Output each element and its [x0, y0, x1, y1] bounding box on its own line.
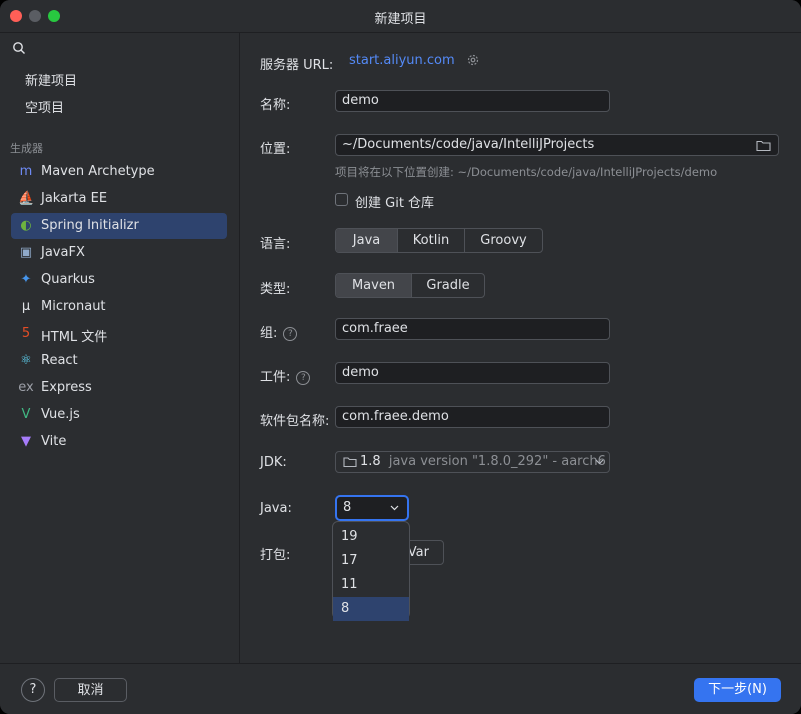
java-version-value: 8 — [343, 500, 352, 515]
language-label: 语言: — [260, 237, 291, 252]
location-value: ~/Documents/code/java/IntelliJProjects — [342, 137, 595, 152]
location-hint: 项目将在以下位置创建: ~/Documents/code/java/Intell… — [335, 165, 718, 179]
generator-label: Maven Archetype — [41, 164, 155, 179]
generator-label: JavaFX — [41, 245, 85, 260]
sidebar-item-generator[interactable]: ⚛ React — [11, 348, 227, 374]
jdk-dropdown[interactable]: 1.8 java version "1.8.0_292" - aarch6 — [335, 451, 610, 473]
package-name-label: 软件包名称: — [260, 414, 330, 429]
generators-group-label: 生成器 — [10, 142, 43, 155]
java-option[interactable]: 19 — [333, 525, 409, 549]
type-gradle-button[interactable]: Gradle — [412, 274, 484, 297]
jdk-detail: java version "1.8.0_292" - aarch6 — [388, 454, 606, 469]
jdk-folder-icon — [343, 457, 357, 468]
spring-icon: ◐ — [20, 218, 32, 233]
jdk-chevron-down-icon — [595, 459, 604, 465]
generator-label: HTML 文件 — [41, 330, 108, 345]
sidebar-item-generator[interactable]: ⛵ Jakarta EE — [11, 186, 227, 212]
window-title: 新建项目 — [374, 12, 427, 27]
sidebar-item-generator[interactable]: ▣ JavaFX — [11, 240, 227, 266]
group-field[interactable]: com.fraee — [335, 318, 610, 340]
generator-label: Spring Initializr — [41, 218, 139, 233]
language-kotlin-button[interactable]: Kotlin — [398, 229, 465, 252]
jakarta-icon: ⛵ — [18, 191, 35, 206]
server-url-label: 服务器 URL: — [260, 58, 334, 73]
package-name-field[interactable]: com.fraee.demo — [335, 406, 610, 428]
language-selector: Java Kotlin Groovy — [335, 228, 543, 253]
new-project-dialog: 新建项目 新建项目 空项目 生成器 m Maven Archetype ⛵ Jakar… — [0, 0, 801, 714]
generator-label: Express — [41, 380, 92, 395]
sidebar-item-generator[interactable]: ✦ Quarkus — [11, 267, 227, 293]
java-version-popup: 19 17 11 8 — [332, 521, 410, 621]
sidebar: 新建项目 空项目 生成器 m Maven Archetype ⛵ Jakarta EE… — [0, 33, 240, 663]
group-help-icon[interactable]: ? — [283, 326, 298, 341]
express-icon: ex — [18, 380, 34, 395]
group-label: 组:? — [260, 322, 298, 341]
java-option-selected[interactable]: 8 — [333, 597, 409, 621]
artifact-help-icon[interactable]: ? — [296, 370, 311, 385]
javafx-icon: ▣ — [19, 245, 33, 260]
name-field[interactable]: demo — [335, 90, 610, 112]
server-url-link[interactable]: start.aliyun.com — [349, 53, 455, 68]
create-git-checkbox[interactable] — [335, 193, 348, 206]
generator-label: Vue.js — [41, 407, 80, 422]
jdk-label: JDK: — [260, 455, 287, 470]
artifact-field[interactable]: demo — [335, 362, 610, 384]
next-button[interactable]: 下一步(N) — [694, 678, 781, 702]
build-type-selector: Maven Gradle — [335, 273, 485, 298]
sidebar-item-generator[interactable]: V Vue.js — [11, 402, 227, 428]
sidebar-item-generator[interactable]: μ Micronaut — [11, 294, 227, 320]
language-java-button[interactable]: Java — [336, 229, 398, 252]
sidebar-item-generator[interactable]: ▼ Vite — [11, 429, 227, 455]
sidebar-item-generator[interactable]: m Maven Archetype — [11, 159, 227, 185]
language-groovy-button[interactable]: Groovy — [465, 229, 542, 252]
dialog-footer: ? 取消 下一步(N) — [0, 663, 801, 714]
create-git-label: 创建 Git 仓库 — [355, 196, 435, 211]
type-label: 类型: — [260, 282, 291, 297]
gear-icon[interactable] — [466, 53, 480, 67]
generator-label: Vite — [41, 434, 67, 449]
generator-label: Micronaut — [41, 299, 106, 314]
type-maven-button[interactable]: Maven — [336, 274, 412, 297]
vue-icon: V — [21, 407, 31, 422]
sidebar-item-empty-project[interactable]: 空项目 — [25, 97, 64, 116]
react-icon: ⚛ — [20, 353, 32, 368]
generator-label: Jakarta EE — [41, 191, 108, 206]
java-chevron-down-icon — [390, 505, 399, 511]
quarkus-icon: ✦ — [20, 272, 32, 287]
sidebar-item-generator[interactable]: ◐ Spring Initializr — [11, 213, 227, 239]
search-icon[interactable] — [12, 41, 26, 55]
sidebar-item-generator[interactable]: ex Express — [11, 375, 227, 401]
sidebar-item-generator[interactable]: 5 HTML 文件 — [11, 321, 227, 347]
generator-label: React — [41, 353, 78, 368]
folder-icon[interactable] — [756, 139, 771, 152]
html5-icon: 5 — [21, 326, 31, 341]
cancel-button[interactable]: 取消 — [54, 678, 127, 702]
title-bar: 新建项目 — [0, 0, 801, 33]
name-label: 名称: — [260, 98, 291, 113]
micronaut-icon: μ — [21, 299, 31, 314]
sidebar-item-new-project[interactable]: 新建项目 — [25, 70, 77, 89]
maven-icon: m — [19, 164, 33, 179]
project-settings-panel: 服务器 URL: start.aliyun.com 名称: demo 位置: ~… — [240, 33, 801, 663]
vite-icon: ▼ — [21, 434, 31, 449]
help-button[interactable]: ? — [21, 678, 45, 702]
location-field[interactable]: ~/Documents/code/java/IntelliJProjects — [335, 134, 779, 156]
java-version-label: Java: — [260, 501, 292, 516]
location-label: 位置: — [260, 142, 291, 157]
java-option[interactable]: 11 — [333, 573, 409, 597]
packaging-label: 打包: — [260, 548, 291, 563]
jdk-version: 1.8 — [360, 454, 381, 469]
artifact-label: 工件:? — [260, 366, 311, 385]
java-option[interactable]: 17 — [333, 549, 409, 573]
generator-label: Quarkus — [41, 272, 95, 287]
